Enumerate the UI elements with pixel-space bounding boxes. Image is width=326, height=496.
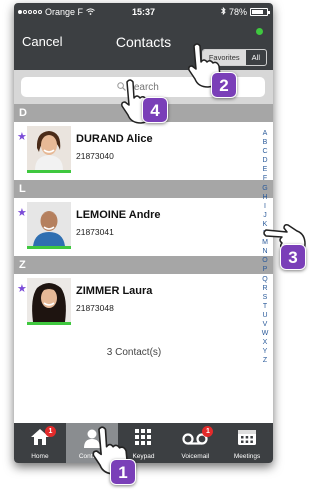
favorite-star-icon: ★ (17, 207, 27, 219)
favorite-star-icon: ★ (17, 131, 27, 143)
alpha-index-letter[interactable]: W (262, 329, 269, 338)
favorite-star-icon: ★ (17, 283, 27, 295)
home-badge: 1 (45, 426, 56, 437)
alpha-index-letter[interactable]: B (263, 138, 268, 147)
alpha-index-letter[interactable]: J (263, 211, 267, 220)
section-header-l: L (14, 180, 273, 198)
avatar-lemoine-andre (27, 202, 71, 246)
presence-bar (27, 322, 71, 325)
tab-label: Meetings (233, 453, 261, 460)
callout-4: 4 (119, 78, 175, 136)
alpha-index-letter[interactable]: U (262, 311, 267, 320)
callout-2: 2 (186, 42, 242, 102)
avatar-durand-alice (27, 126, 71, 170)
presence-bar (27, 246, 71, 249)
alpha-index-letter[interactable]: V (263, 320, 268, 329)
contact-number: 21873048 (76, 303, 114, 313)
contact-number: 21873041 (76, 227, 114, 237)
battery-percent: 78% (228, 7, 247, 17)
callout-number: 4 (142, 97, 168, 123)
tab-voicemail[interactable]: 1 Voicemail (169, 423, 221, 463)
alpha-index-letter[interactable]: C (262, 147, 267, 156)
battery-icon (250, 8, 270, 16)
alpha-index-letter[interactable]: X (263, 338, 268, 347)
presence-status-icon (256, 28, 263, 35)
callout-number: 2 (211, 72, 237, 98)
callout-1: 1 (90, 425, 150, 491)
alpha-index-letter[interactable]: I (264, 202, 266, 211)
contact-count: 3 Contact(s) (106, 347, 162, 358)
tab-label: Voicemail (181, 453, 210, 460)
tab-label: Home (31, 453, 49, 460)
calendar-icon (238, 430, 257, 445)
alpha-index-letter[interactable]: E (263, 165, 268, 174)
callout-number: 3 (280, 244, 306, 270)
contact-name: ZIMMER Laura (76, 285, 153, 297)
cancel-button[interactable]: Cancel (22, 34, 62, 49)
alpha-index-letter[interactable]: Z (263, 356, 267, 365)
callout-number: 1 (110, 459, 136, 485)
presence-bar (27, 170, 71, 173)
status-right: 78% (221, 6, 270, 17)
screenshot-page: Orange F 15:37 78% Cancel Contacts Favor… (0, 0, 326, 496)
alpha-index-letter[interactable]: G (262, 184, 267, 193)
all-tab[interactable]: All (246, 50, 266, 65)
alpha-index-letter[interactable]: A (263, 129, 268, 138)
status-bar: Orange F 15:37 78% (14, 3, 273, 22)
alpha-index-letter[interactable]: Q (262, 275, 267, 284)
alpha-index-letter[interactable]: D (262, 156, 267, 165)
alpha-index-letter[interactable]: T (263, 302, 267, 311)
section-header-z: Z (14, 256, 273, 274)
alpha-index-letter[interactable]: Y (263, 347, 268, 356)
battery-level (252, 10, 263, 14)
alpha-index-letter[interactable]: F (263, 174, 267, 183)
callout-3: 3 (262, 220, 324, 274)
alpha-index-letter[interactable]: H (262, 193, 267, 202)
tab-meetings[interactable]: Meetings (221, 423, 273, 463)
avatar-zimmer-laura (27, 278, 71, 322)
contact-name: LEMOINE Andre (76, 209, 161, 221)
contact-row-lemoine-andre[interactable]: ★ LEMOINE Andre 21873041 (14, 198, 273, 254)
tab-home[interactable]: 1 Home (14, 423, 66, 463)
alpha-index-letter[interactable]: S (263, 293, 268, 302)
voicemail-badge: 1 (202, 426, 214, 437)
bluetooth-icon (221, 6, 226, 17)
alpha-index-letter[interactable]: R (262, 284, 267, 293)
contact-row-zimmer-laura[interactable]: ★ ZIMMER Laura 21873048 (14, 274, 273, 330)
contact-number: 21873040 (76, 151, 114, 161)
